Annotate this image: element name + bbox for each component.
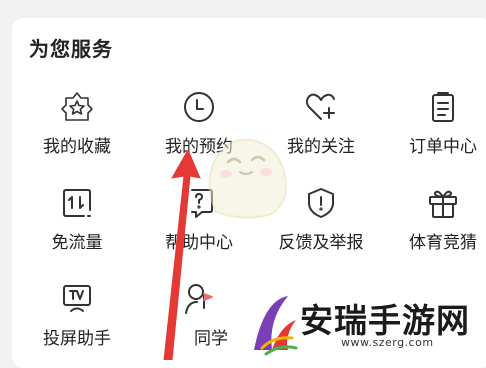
section-title: 为您服务 <box>29 37 113 61</box>
feedback-report-label: 反馈及举报 <box>278 233 364 253</box>
clock-icon <box>184 92 214 122</box>
data-transfer-icon <box>63 189 91 217</box>
cast-assistant-label: 投屏助手 <box>43 329 111 349</box>
heart-plus-icon <box>305 93 335 120</box>
favorites-label: 我的收藏 <box>43 137 111 157</box>
watermark-text: 安瑞手游网 <box>300 301 470 340</box>
order-center-button[interactable]: 订单中心 <box>388 90 486 157</box>
gift-icon <box>429 190 457 218</box>
order-center-label: 订单中心 <box>409 137 477 157</box>
watermark-url: www.szerg.com <box>341 336 434 349</box>
mascot-illustration <box>208 138 287 219</box>
annotation-arrow <box>163 150 201 360</box>
cast-assistant-button[interactable]: 投屏助手 <box>22 282 132 349</box>
tv-cast-icon <box>63 285 91 312</box>
free-data-button[interactable]: 免流量 <box>22 186 132 253</box>
clipboard-icon <box>432 92 454 122</box>
sports-quiz-label: 体育竞猜 <box>409 233 477 253</box>
free-data-label: 免流量 <box>51 233 103 253</box>
star-badge-icon <box>61 92 93 121</box>
shield-alert-icon <box>308 188 334 218</box>
sports-quiz-button[interactable]: 体育竞猜 <box>388 186 486 253</box>
favorites-button[interactable]: 我的收藏 <box>22 90 132 157</box>
